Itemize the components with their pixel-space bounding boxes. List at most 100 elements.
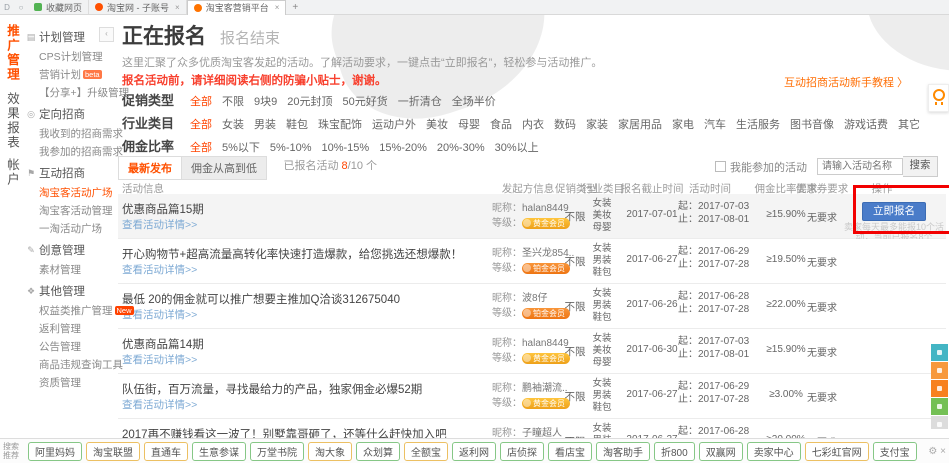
gear-icon[interactable]: ⚙ <box>928 446 937 457</box>
filter-option[interactable]: 游戏话费 <box>844 119 888 131</box>
quick-link[interactable]: 淘宝联盟 <box>86 442 140 461</box>
filter-option[interactable]: 运动户外 <box>372 119 416 131</box>
activity-detail-link[interactable]: 查看活动详情>> <box>122 262 197 277</box>
filter-option[interactable]: 男装 <box>254 119 276 131</box>
filter-option[interactable]: 家居用品 <box>618 119 662 131</box>
tab-commission-desc[interactable]: 佣金从高到低 <box>182 156 267 180</box>
filter-option[interactable]: 不限 <box>222 96 244 108</box>
filter-option[interactable]: 9块9 <box>254 96 277 108</box>
filter-option[interactable]: 15%-20% <box>379 142 427 154</box>
nav-group-label[interactable]: ✎创意管理 <box>25 242 117 258</box>
filter-option[interactable]: 美妆 <box>426 119 448 131</box>
activity-detail-link[interactable]: 查看活动详情>> <box>122 217 197 232</box>
floating-widget-service[interactable] <box>931 380 948 397</box>
quick-link[interactable]: 七彩虹官网 <box>805 442 869 461</box>
new-tab-button[interactable]: + <box>292 2 298 13</box>
tab-latest[interactable]: 最新发布 <box>118 156 182 180</box>
quick-link[interactable]: 淘大象 <box>308 442 352 461</box>
sidebar-item[interactable]: CPS计划管理 <box>25 47 117 65</box>
filter-option[interactable]: 生活服务 <box>736 119 780 131</box>
anti-fraud-tip-widget[interactable] <box>928 84 949 112</box>
filter-option[interactable]: 珠宝配饰 <box>318 119 362 131</box>
sidebar-item[interactable]: 权益类推广管理New <box>25 301 117 319</box>
sidebar-item[interactable]: 【分享+】升级管理 <box>25 83 117 101</box>
filter-option[interactable]: 10%-15% <box>322 142 370 154</box>
sidebar-tab-reports[interactable]: 效果报表 <box>3 92 21 150</box>
quick-link[interactable]: 卖家中心 <box>747 442 801 461</box>
quick-link[interactable]: 众划算 <box>356 442 400 461</box>
filter-option[interactable]: 鞋包 <box>286 119 308 131</box>
sidebar-item[interactable]: 返利管理 <box>25 319 117 337</box>
filter-option[interactable]: 20元封顶 <box>287 96 332 108</box>
filter-option[interactable]: 汽车 <box>704 119 726 131</box>
sidebar-item[interactable]: 淘宝客活动广场 <box>25 183 117 201</box>
close-bar-icon[interactable]: × <box>940 446 946 457</box>
collapse-nav-button[interactable]: ‹ <box>99 27 114 42</box>
quick-link[interactable]: 全额宝 <box>404 442 448 461</box>
quick-link[interactable]: 淘客助手 <box>596 442 650 461</box>
browser-tab-3-active[interactable]: 淘宝客营销平台 × <box>187 0 287 15</box>
floating-widget-top[interactable] <box>931 416 948 429</box>
quick-link[interactable]: 返利网 <box>452 442 496 461</box>
sidebar-item[interactable]: 素材管理 <box>25 260 117 278</box>
filter-option[interactable]: 内衣 <box>522 119 544 131</box>
search-button[interactable]: 搜索 <box>903 156 938 177</box>
filter-option[interactable]: 图书音像 <box>790 119 834 131</box>
quick-link[interactable]: 支付宝 <box>873 442 917 461</box>
filter-option[interactable]: 全部 <box>190 96 212 108</box>
quick-link[interactable]: 看店宝 <box>548 442 592 461</box>
close-tab-icon[interactable]: × <box>275 3 280 12</box>
sidebar-item[interactable]: 一淘活动广场 <box>25 219 117 237</box>
nav-group-label[interactable]: ◎定向招商 <box>25 106 117 122</box>
eligible-checkbox[interactable] <box>715 161 726 172</box>
quick-link[interactable]: 双赢网 <box>699 442 743 461</box>
browser-tab-1[interactable]: 收藏网页 <box>28 0 89 14</box>
quick-link[interactable]: 店侦探 <box>500 442 544 461</box>
sidebar-item[interactable]: 营销计划beta <box>25 65 117 83</box>
filter-option[interactable]: 母婴 <box>458 119 480 131</box>
quick-link[interactable]: 折800 <box>654 442 695 461</box>
nav-group-label[interactable]: ⚑互动招商 <box>25 165 117 181</box>
home-icon[interactable]: ○ <box>14 3 28 12</box>
floating-widget-feedback[interactable] <box>931 362 948 379</box>
filter-option[interactable]: 其它 <box>898 119 920 131</box>
filter-option[interactable]: 数码 <box>554 119 576 131</box>
filter-option[interactable]: 20%-30% <box>437 142 485 154</box>
filter-option[interactable]: 50元好货 <box>343 96 388 108</box>
filter-option[interactable]: 家电 <box>672 119 694 131</box>
filter-option[interactable]: 5%-10% <box>270 142 312 154</box>
filter-option[interactable]: 全部 <box>190 119 212 131</box>
activity-detail-link[interactable]: 查看活动详情>> <box>122 397 197 412</box>
close-tab-icon[interactable]: × <box>175 3 180 12</box>
sidebar-item[interactable]: 商品违规查询工具 <box>25 355 117 373</box>
quick-link[interactable]: 万堂书院 <box>250 442 304 461</box>
page-title-secondary[interactable]: 报名结束 <box>220 30 280 47</box>
sidebar-tab-account[interactable]: 帐户 <box>3 158 21 187</box>
browser-menu-icon[interactable]: D <box>0 3 14 12</box>
search-input[interactable] <box>817 158 903 175</box>
activity-detail-link[interactable]: 查看活动详情>> <box>122 352 197 367</box>
sidebar-item[interactable]: 公告管理 <box>25 337 117 355</box>
floating-widget-survey[interactable] <box>931 344 948 361</box>
sidebar-item[interactable]: 我收到的招商需求 <box>25 124 117 142</box>
eligible-checkbox-label[interactable]: 我能参加的活动 <box>730 159 807 175</box>
tutorial-link[interactable]: 互动招商活动新手教程 〉 <box>784 74 908 90</box>
filter-option[interactable]: 家装 <box>586 119 608 131</box>
filter-option[interactable]: 30%以上 <box>495 142 539 154</box>
quick-link[interactable]: 生意参谋 <box>192 442 246 461</box>
filter-option[interactable]: 一折清仓 <box>398 96 442 108</box>
floating-widget-wangwang[interactable] <box>931 398 948 415</box>
nav-group-label[interactable]: ❖其他管理 <box>25 283 117 299</box>
sidebar-item[interactable]: 资质管理 <box>25 373 117 391</box>
filter-option[interactable]: 5%以下 <box>222 142 260 154</box>
browser-tab-2[interactable]: 淘宝网 - 子账号 × <box>89 0 187 14</box>
quick-link[interactable]: 阿里妈妈 <box>28 442 82 461</box>
sidebar-item[interactable]: 我参加的招商需求 <box>25 142 117 160</box>
filter-option[interactable]: 全部 <box>190 142 212 154</box>
filter-option[interactable]: 女装 <box>222 119 244 131</box>
filter-option[interactable]: 全场半价 <box>452 96 496 108</box>
sidebar-item[interactable]: 淘宝客活动管理 <box>25 201 117 219</box>
sidebar-tab-promotion-mgmt[interactable]: 推广管理 <box>3 24 21 82</box>
quick-link[interactable]: 直通车 <box>144 442 188 461</box>
filter-option[interactable]: 食品 <box>490 119 512 131</box>
